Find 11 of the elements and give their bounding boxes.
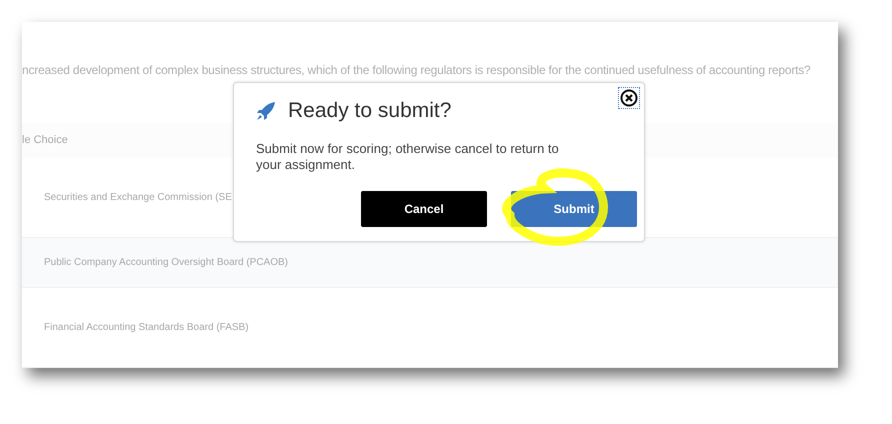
choice-text: Financial Accounting Standards Board (FASB) bbox=[44, 321, 249, 335]
column-header: le Choice bbox=[22, 133, 68, 148]
rocket-icon bbox=[256, 100, 276, 121]
choice-text: Public Company Accounting Oversight Board (PCAOB) bbox=[44, 256, 288, 270]
dialog-message: Submit now for scoring; otherwise cancel to return to your assignment. bbox=[256, 140, 560, 172]
question-text: ncreased development of complex business structures, which of the following regulators is responsible for the continued usefulness of accounting reports? bbox=[22, 63, 811, 78]
close-button[interactable] bbox=[618, 87, 640, 109]
choice-text: Securities and Exchange Commission (SE bbox=[44, 191, 232, 205]
close-icon bbox=[620, 89, 638, 107]
cancel-button[interactable]: Cancel bbox=[361, 191, 487, 227]
dialog-title: Ready to submit? bbox=[288, 98, 452, 124]
